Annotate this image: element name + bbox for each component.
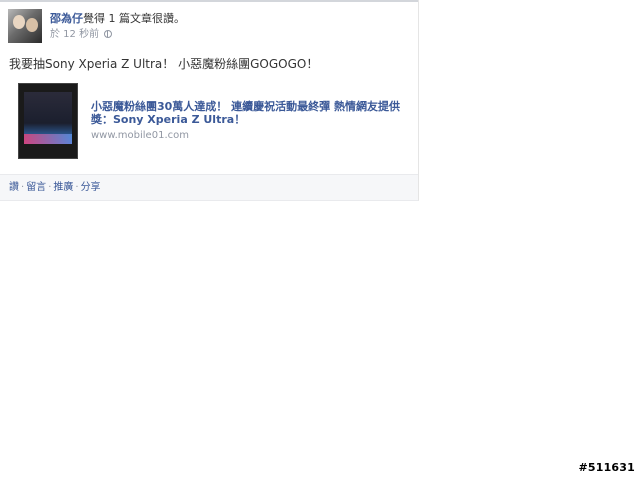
phone-wallpaper-wave (24, 134, 72, 144)
share-link[interactable]: 分享 (81, 182, 101, 193)
story-meta: 於 12 秒前 (50, 28, 113, 41)
author-name-link[interactable]: 邵為仔 (50, 12, 83, 25)
story-actions-bar: 讚 · 留言 · 推廣 · 分享 (0, 174, 418, 200)
globe-icon[interactable] (104, 30, 113, 38)
story-action-text: 覺得 1 篇文章很讚。 (83, 12, 185, 25)
story-top-border (0, 0, 418, 2)
action-separator: · (75, 182, 79, 193)
action-separator: · (21, 182, 25, 193)
story-header: 邵為仔覺得 1 篇文章很讚。 (50, 12, 185, 26)
avatar-face (13, 15, 25, 29)
avatar-face (26, 18, 38, 32)
promote-link[interactable]: 推廣 (53, 182, 73, 193)
story-actions: 讚 · 留言 · 推廣 · 分享 (9, 181, 101, 194)
author-avatar[interactable] (8, 9, 42, 43)
comment-link[interactable]: 留言 (26, 182, 46, 193)
news-feed-story: 邵為仔覺得 1 篇文章很讚。 於 12 秒前 我要抽Sony Xperia Z … (0, 0, 419, 201)
link-thumbnail-image[interactable] (18, 83, 78, 159)
timestamp-link[interactable]: 於 12 秒前 (50, 29, 99, 40)
action-separator: · (48, 182, 52, 193)
like-link[interactable]: 讚 (9, 182, 19, 193)
link-preview-card[interactable]: 小惡魔粉絲團30萬人達成！ 連續慶祝活動最終彈 熱情網友提供獎：Sony Xpe… (9, 80, 409, 162)
link-title[interactable]: 小惡魔粉絲團30萬人達成！ 連續慶祝活動最終彈 熱情網友提供獎：Sony Xpe… (91, 100, 411, 126)
forum-post-number: #511631 (578, 461, 635, 474)
link-domain: www.mobile01.com (91, 130, 189, 141)
story-message: 我要抽Sony Xperia Z Ultra！ 小惡魔粉絲團GOGOGO！ (9, 57, 319, 71)
